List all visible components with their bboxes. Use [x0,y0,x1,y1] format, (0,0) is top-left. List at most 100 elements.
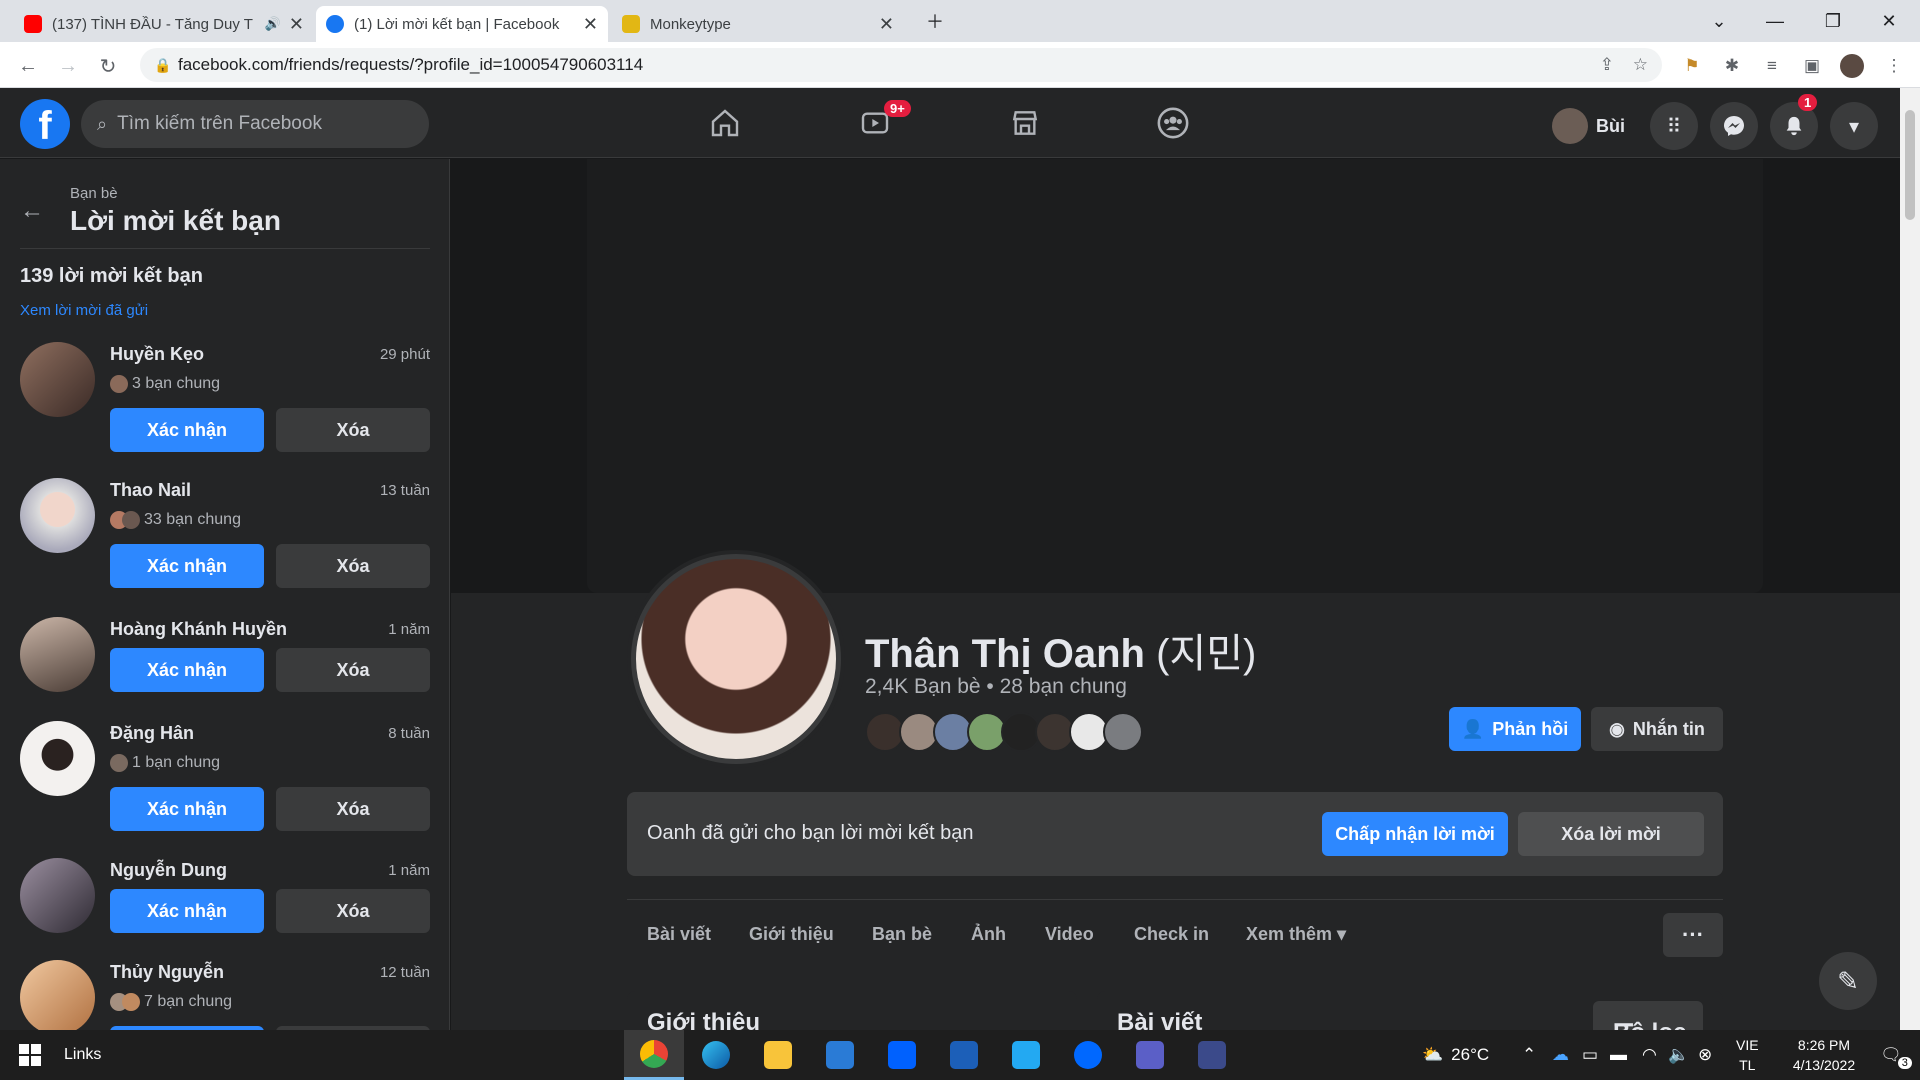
zalo-icon[interactable] [1058,1030,1118,1080]
avatar[interactable] [20,617,95,692]
cover-photo[interactable] [587,159,1763,593]
decline-request-button[interactable]: Xóa lời mời [1518,812,1704,856]
tab-more[interactable]: Xem thêm ▾ [1246,924,1346,945]
profile-avatar[interactable] [631,554,841,764]
scrollbar-thumb[interactable] [1905,110,1915,220]
avatar[interactable] [20,960,95,1030]
request-name[interactable]: Đặng Hân [110,723,194,744]
facebook-logo[interactable]: f [20,99,70,149]
device-icon[interactable]: ▭ [1582,1030,1598,1080]
reload-button[interactable]: ↻ [94,52,122,80]
avatar[interactable] [20,478,95,553]
avatar[interactable] [20,858,95,933]
breadcrumb[interactable]: Bạn bè [70,185,118,202]
forward-button[interactable]: → [54,52,82,80]
volume-icon[interactable]: 🔈 [1668,1030,1689,1080]
tab-facebook[interactable]: (1) Lời mời kết bạn | Facebook ✕ [316,6,608,42]
windows-start-icon[interactable] [0,1030,60,1080]
confirm-button[interactable]: Xác nhận [110,648,264,692]
request-name[interactable]: Huyền Kẹo [110,344,204,365]
messenger-icon[interactable] [1710,102,1758,150]
weather-widget[interactable]: ⛅ 26°C [1422,1030,1489,1080]
back-arrow-icon[interactable]: ← [20,197,44,225]
new-message-icon[interactable]: ✎ [1819,952,1877,1010]
tab-friends[interactable]: Bạn bè [872,924,932,945]
tab-monkeytype[interactable]: Monkeytype ✕ [612,6,904,42]
marketplace-icon[interactable] [1000,98,1050,148]
minimize-button[interactable]: — [1752,6,1798,36]
vscode-icon[interactable] [996,1030,1056,1080]
sidepanel-icon[interactable]: ▣ [1800,54,1824,78]
language-indicator[interactable]: VIE TL [1736,1030,1759,1080]
confirm-button[interactable]: Xác nhận [110,787,264,831]
profile-meta[interactable]: 2,4K Bạn bè • 28 bạn chung [865,675,1127,699]
confirm-button[interactable]: Xác nhận [110,408,264,452]
extension-icon[interactable]: ⚑ [1680,54,1704,78]
edge-taskbar-icon[interactable] [686,1030,746,1080]
request-name[interactable]: Hoàng Khánh Huyền [110,619,287,640]
request-name[interactable]: Thủy Nguyễn [110,962,224,983]
mutual-friend-avatar[interactable] [1103,712,1143,752]
tab-search-button[interactable]: ⌄ [1696,6,1742,36]
devcpp-icon[interactable] [1182,1030,1242,1080]
tab-videos[interactable]: Video [1045,924,1094,945]
restore-button[interactable]: ❐ [1810,6,1856,36]
close-tab-icon[interactable]: ✕ [879,14,894,35]
confirm-button[interactable]: Xác nhận [110,544,264,588]
action-center-icon[interactable]: 🗨 3 [1872,1030,1920,1080]
url-field[interactable]: 🔒 facebook.com/friends/requests/?profile… [140,48,1662,82]
wifi-icon[interactable]: ◠ [1642,1030,1657,1080]
respond-button[interactable]: 👤 Phản hồi [1449,707,1581,751]
message-button[interactable]: ◉ Nhắn tin [1591,707,1723,751]
home-icon[interactable] [700,98,750,148]
tab-posts[interactable]: Bài viết [647,924,711,945]
delete-button[interactable]: Xóa [276,648,430,692]
bookmark-star-icon[interactable]: ☆ [1633,55,1648,75]
mute-mic-icon[interactable]: ⊗ [1698,1030,1712,1080]
tray-chevron-icon[interactable]: ⌃ [1522,1030,1536,1080]
tab-photos[interactable]: Ảnh [971,924,1006,945]
mail-icon[interactable] [810,1030,870,1080]
more-options-button[interactable]: ··· [1663,913,1723,957]
tab-youtube[interactable]: (137) TÌNH ĐẦU - Tăng Duy T 🔊 ✕ [14,6,314,42]
share-icon[interactable]: ⇪ [1600,55,1614,75]
watch-icon[interactable]: 9+ [850,98,911,148]
menu-grid-icon[interactable]: ⠿ [1650,102,1698,150]
profile-shortcut[interactable]: Bùi [1552,106,1625,146]
file-explorer-icon[interactable] [748,1030,808,1080]
avatar[interactable] [20,342,95,417]
teams-icon[interactable] [1120,1030,1180,1080]
profile-avatar-icon[interactable] [1840,54,1864,78]
filter-button[interactable]: ☰ Bộ lọc [1593,1001,1703,1030]
media-icon[interactable]: ≡ [1760,54,1784,78]
delete-button[interactable]: Xóa [276,787,430,831]
tab-about[interactable]: Giới thiệu [749,924,834,945]
groups-icon[interactable] [1148,98,1198,148]
delete-button[interactable]: Xóa [276,408,430,452]
menu-icon[interactable]: ⋮ [1882,54,1906,78]
notifications-icon[interactable]: 1 [1770,94,1818,150]
dropbox-icon[interactable] [872,1030,932,1080]
confirm-button[interactable]: Xác nhận [110,889,264,933]
delete-button[interactable]: Xóa [276,889,430,933]
close-tab-icon[interactable]: ✕ [289,14,304,35]
battery-icon[interactable]: ▬ [1610,1030,1627,1080]
page-scrollbar[interactable] [1900,88,1920,1030]
onedrive-icon[interactable]: ☁ [1552,1030,1569,1080]
clock[interactable]: 8:26 PM 4/13/2022 [1776,1030,1872,1080]
new-tab-button[interactable]: ＋ [912,6,958,36]
request-name[interactable]: Nguyễn Dung [110,860,227,881]
chrome-taskbar-icon[interactable] [624,1030,684,1080]
sent-requests-link[interactable]: Xem lời mời đã gửi [20,302,148,319]
delete-button[interactable]: Xóa [276,544,430,588]
puzzle-icon[interactable]: ✱ [1720,54,1744,78]
links-toolbar[interactable]: Links [64,1030,101,1080]
avatar[interactable] [20,721,95,796]
app-icon[interactable] [934,1030,994,1080]
accept-request-button[interactable]: Chấp nhận lời mời [1322,812,1508,856]
close-tab-icon[interactable]: ✕ [583,14,598,35]
back-button[interactable]: ← [14,52,42,80]
request-name[interactable]: Thao Nail [110,480,191,501]
search-input[interactable]: ⌕ Tìm kiếm trên Facebook [81,100,429,148]
tab-checkins[interactable]: Check in [1134,924,1209,945]
